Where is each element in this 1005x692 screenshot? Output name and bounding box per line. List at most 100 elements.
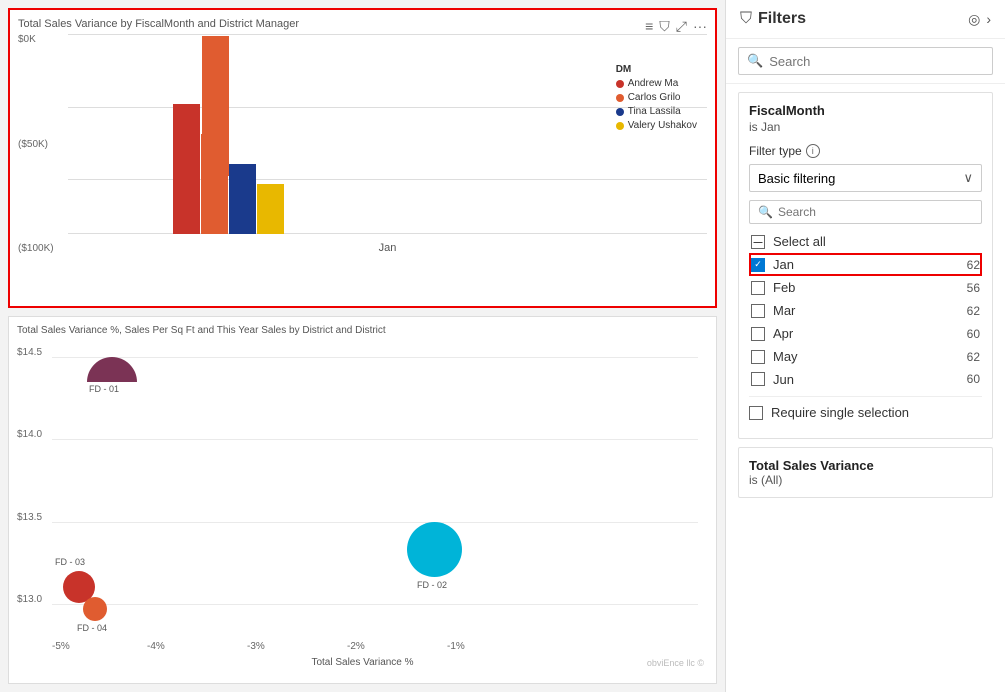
require-checkbox[interactable] [749,406,763,420]
top-chart-title: Total Sales Variance by FiscalMonth and … [18,18,707,30]
bubble-fd04 [83,597,107,621]
scatter-area: $14.5 $14.0 $13.5 $13.0 -5% -4% -3% -2% … [17,340,708,670]
y-label-13-5: $13.5 [17,512,42,523]
chevron-right-icon[interactable]: › [986,11,991,27]
chart-legend: DM Andrew Ma Carlos Grilo Tina Lassila V… [616,64,697,134]
top-chart-icons[interactable]: ≡ ⛉ ⤢ ··· [645,18,707,35]
legend-item-2: Tina Lassila [616,106,697,117]
legend-label-0: Andrew Ma [628,78,679,89]
x-label-n3: -3% [247,641,265,652]
bubble-label-fd03: FD - 03 [55,557,85,567]
bar-chart-area: $0K ($50K) ($100K) [68,34,707,254]
bar-andrew [173,104,200,234]
label-jan: Jan [773,257,959,272]
info-icon: i [806,144,820,158]
y-label-14-5: $14.5 [17,347,42,358]
bar-negative [202,36,229,176]
count-apr: 60 [967,327,980,341]
fiscal-month-subtitle: is Jan [749,120,982,134]
select-all-checkbox[interactable] [751,235,765,249]
filter-type-value: Basic filtering [758,171,835,186]
y-label-2: ($100K) [18,243,54,254]
x-label-n4: -4% [147,641,165,652]
x-label-n1: -1% [447,641,465,652]
checkbox-mar[interactable] [751,304,765,318]
x-axis-label: Total Sales Variance % [311,657,413,668]
main-search-input[interactable] [769,54,984,69]
legend-dot-0 [616,80,624,88]
filter-item-may[interactable]: May 62 [749,345,982,368]
label-jun: Jun [773,372,959,387]
filter-header-icon: ⛉ [740,10,752,28]
main-search-icon: 🔍 [747,53,763,69]
label-feb: Feb [773,280,959,295]
select-all-item[interactable]: Select all [749,230,982,253]
x-label-n2: -2% [347,641,365,652]
filter-icon[interactable]: ⛉ [659,18,670,35]
checkbox-jan[interactable] [751,258,765,272]
checkbox-may[interactable] [751,350,765,364]
filters-header: ⛉ Filters ◎ › [726,0,1005,39]
legend-dot-1 [616,94,624,102]
label-mar: Mar [773,303,959,318]
x-label-n5: -5% [52,641,70,652]
grid-h-2 [52,522,698,523]
select-all-label: Select all [773,234,980,249]
y-label-0: $0K [18,34,54,45]
total-sales-subtitle: is (All) [749,473,982,487]
checkbox-feb[interactable] [751,281,765,295]
filter-item-jan[interactable]: Jan 62 [749,253,982,276]
label-apr: Apr [773,326,959,341]
fiscal-month-section: FiscalMonth is Jan Filter type i Basic f… [738,92,993,439]
legend-title: DM [616,64,697,75]
total-sales-title: Total Sales Variance [749,458,982,473]
require-label: Require single selection [771,405,909,420]
legend-dot-3 [616,122,624,130]
checkbox-jun[interactable] [751,372,765,386]
more-icon[interactable]: ··· [693,18,707,35]
bar-tina [229,164,256,234]
grid-h-1 [52,439,698,440]
y-label-13-0: $13.0 [17,594,42,605]
checkbox-list: Select all Jan 62 Feb 56 Mar [749,230,982,390]
filter-type-dropdown[interactable]: Basic filtering ∨ [749,164,982,192]
filter-search-input[interactable] [778,205,973,219]
legend-label-3: Valery Ushakov [628,120,697,131]
y-label-14-0: $14.0 [17,429,42,440]
right-panel: ⛉ Filters ◎ › 🔍 FiscalMonth is Jan Filte… [725,0,1005,692]
count-feb: 56 [967,281,980,295]
checkbox-apr[interactable] [751,327,765,341]
y-label-1: ($50K) [18,139,54,150]
bubble-fd01 [87,357,137,382]
left-panel: Total Sales Variance by FiscalMonth and … [0,0,725,692]
visibility-icon[interactable]: ◎ [968,11,980,28]
grid-h-0 [52,357,698,358]
bottom-chart: Total Sales Variance %, Sales Per Sq Ft … [8,316,717,684]
bars-container: Jan [68,34,707,254]
bar-valery [257,184,284,234]
filter-search-icon: 🔍 [758,205,773,219]
legend-label-1: Carlos Grilo [628,92,681,103]
y-labels: $0K ($50K) ($100K) [18,34,54,254]
filter-item-mar[interactable]: Mar 62 [749,299,982,322]
main-search-box[interactable]: 🔍 [738,47,993,75]
bubble-label-fd04: FD - 04 [77,623,107,633]
bubble-label-fd01: FD - 01 [89,384,119,394]
menu-icon[interactable]: ≡ [645,18,653,35]
legend-item-1: Carlos Grilo [616,92,697,103]
legend-item-0: Andrew Ma [616,78,697,89]
require-single-selection[interactable]: Require single selection [749,396,982,428]
fiscal-month-title: FiscalMonth [749,103,982,118]
count-jun: 60 [967,372,980,386]
count-jan: 62 [967,258,980,272]
x-label: Jan [379,242,397,254]
filter-item-apr[interactable]: Apr 60 [749,322,982,345]
filter-item-feb[interactable]: Feb 56 [749,276,982,299]
label-may: May [773,349,959,364]
count-may: 62 [967,350,980,364]
total-sales-section: Total Sales Variance is (All) [738,447,993,498]
filter-search-box[interactable]: 🔍 [749,200,982,224]
filter-type-label: Filter type [749,144,802,158]
expand-icon[interactable]: ⤢ [676,18,687,35]
filter-item-jun[interactable]: Jun 60 [749,368,982,390]
